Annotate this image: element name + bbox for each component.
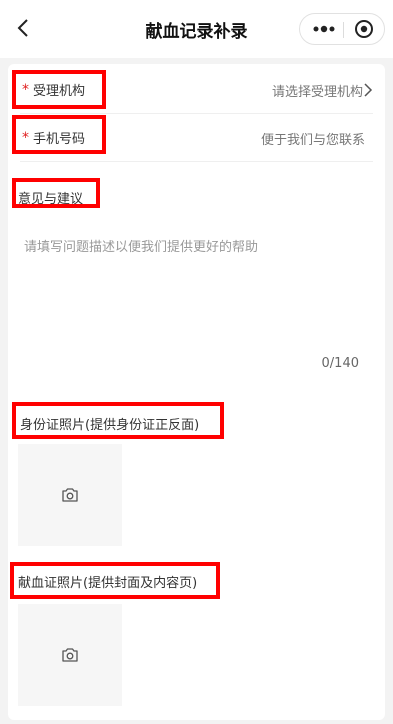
institution-select[interactable]: 请选择受理机构 [272,81,363,100]
more-dots-icon [313,25,335,33]
phone-row: * 手机号码 便于我们与您联系 [8,114,385,162]
char-counter: 0/140 [321,356,359,371]
more-button[interactable] [308,14,340,44]
form-card: * 受理机构 请选择受理机构 * 手机号码 便于我们与您联系 意见与建议 请填写… [8,64,385,720]
close-button[interactable] [348,14,380,44]
target-circle-icon [355,20,373,38]
navigation-bar: 献血记录补录 [0,0,393,58]
phone-label: * 手机号码 [22,128,86,148]
id-photo-upload[interactable] [18,444,122,546]
donation-photo-label: 献血证照片(提供封面及内容页) [18,576,198,591]
feedback-textarea[interactable]: 请填写问题描述以便我们提供更好的帮助 [24,236,258,255]
capsule-divider [343,22,344,38]
institution-label: * 受理机构 [22,80,86,100]
donation-photo-upload[interactable] [18,604,122,706]
camera-icon [62,648,78,662]
institution-row[interactable]: * 受理机构 请选择受理机构 [8,66,385,114]
feedback-label: 意见与建议 [18,192,84,207]
phone-input[interactable]: 便于我们与您联系 [261,129,365,148]
required-mark: * [22,129,29,146]
chevron-right-icon [364,83,373,97]
divider [20,161,373,162]
camera-icon [62,488,78,502]
required-mark: * [22,81,29,98]
mini-program-capsule [299,13,385,45]
institution-label-text: 受理机构 [33,84,86,99]
id-photo-label: 身份证照片(提供身份证正反面) [20,418,200,433]
phone-label-text: 手机号码 [33,132,86,147]
